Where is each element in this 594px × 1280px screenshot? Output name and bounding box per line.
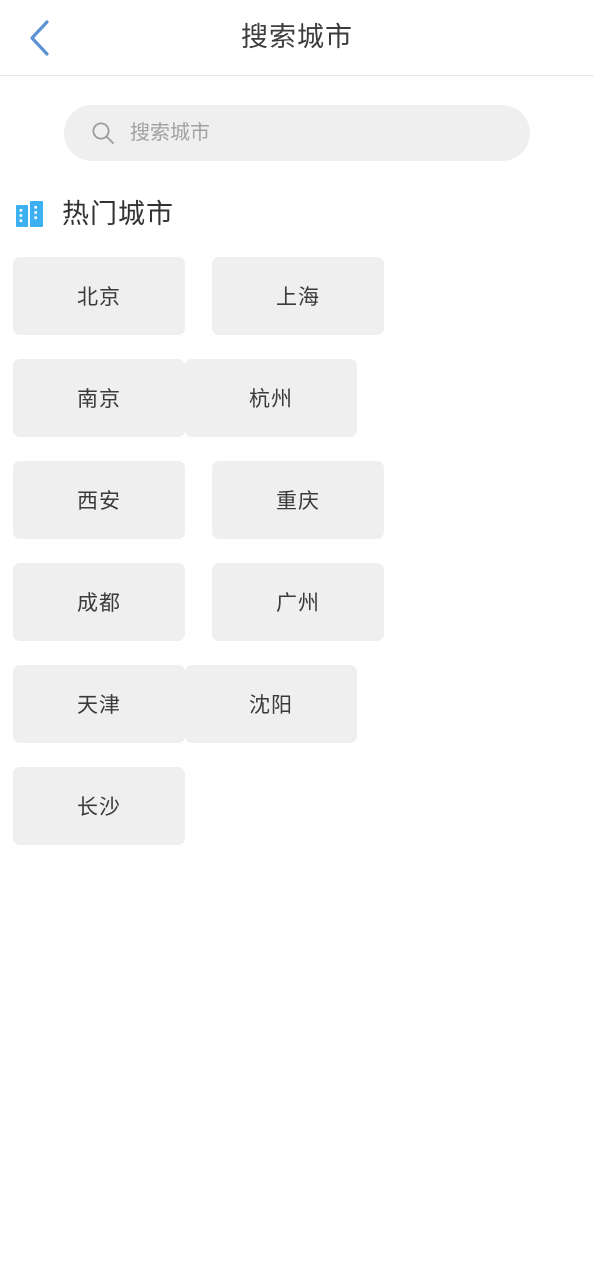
city-tile[interactable]: 广州 [212, 563, 384, 641]
search-section [0, 76, 594, 161]
hot-cities-grid: 北京 上海 南京 杭州 西安 重庆 成都 广州 天津 沈阳 长沙 [0, 257, 594, 869]
city-tile[interactable]: 西安 [13, 461, 185, 539]
city-tile[interactable]: 南京 [13, 359, 185, 437]
city-tile-label: 北京 [77, 286, 121, 309]
city-tile-label: 天津 [77, 694, 121, 717]
city-tile[interactable]: 成都 [13, 563, 185, 641]
city-tile-label: 西安 [77, 490, 121, 513]
search-input[interactable] [130, 118, 504, 148]
hot-cities-title: 热门城市 [62, 199, 174, 229]
city-tile[interactable]: 杭州 [185, 359, 357, 437]
city-tile[interactable]: 沈阳 [185, 665, 357, 743]
city-buildings-icon [16, 201, 43, 227]
app-header: 搜索城市 [0, 0, 594, 76]
back-button[interactable] [8, 0, 70, 75]
city-tile[interactable]: 北京 [13, 257, 185, 335]
city-tile-label: 成都 [77, 592, 121, 615]
page-title: 搜索城市 [241, 22, 353, 52]
city-tile[interactable]: 上海 [212, 257, 384, 335]
search-bar[interactable] [64, 105, 530, 161]
search-icon [92, 122, 114, 144]
city-tile[interactable]: 重庆 [212, 461, 384, 539]
chevron-left-icon [30, 19, 49, 56]
city-tile-label: 南京 [77, 388, 121, 411]
hot-cities-header: 热门城市 [0, 161, 594, 231]
city-tile[interactable]: 长沙 [13, 767, 185, 845]
city-tile-label: 沈阳 [249, 694, 293, 717]
city-tile-label: 杭州 [249, 388, 293, 411]
city-tile[interactable]: 天津 [13, 665, 185, 743]
city-tile-label: 上海 [276, 286, 320, 309]
city-tile-label: 重庆 [276, 490, 320, 513]
city-tile-label: 广州 [276, 592, 320, 615]
city-tile-label: 长沙 [77, 796, 121, 819]
search-city-screen: 搜索城市 热门城市 北京 上海 南京 杭州 西安 重庆 [0, 0, 594, 1280]
